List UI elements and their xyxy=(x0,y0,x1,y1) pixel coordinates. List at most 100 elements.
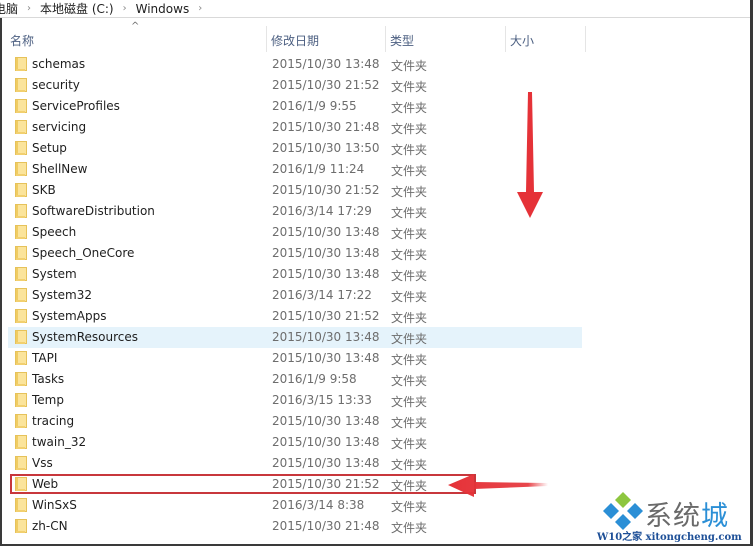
column-header-size[interactable]: 大小 xyxy=(506,26,584,54)
folder-icon xyxy=(15,372,27,386)
file-modified-date: 2015/10/30 13:48 xyxy=(272,414,380,428)
file-modified-date: 2016/1/9 9:58 xyxy=(272,372,357,386)
file-row[interactable]: System32 2016/3/14 17:22 文件夹 xyxy=(0,285,750,306)
watermark-logo: 系统城 W10之家 xitongcheng.com xyxy=(597,490,752,544)
file-type: 文件夹 xyxy=(391,143,428,157)
file-modified-date: 2015/10/30 21:48 xyxy=(272,120,380,134)
file-modified-date: 2016/1/9 11:24 xyxy=(272,162,365,176)
file-type: 文件夹 xyxy=(391,311,428,325)
column-header-size-label: 大小 xyxy=(510,33,535,48)
file-type: 文件夹 xyxy=(391,374,428,388)
column-resize-handle[interactable] xyxy=(585,26,586,52)
file-name: Speech xyxy=(32,225,77,239)
file-modified-date: 2015/10/30 13:48 xyxy=(272,246,380,260)
column-header-type-label: 类型 xyxy=(390,33,415,48)
folder-icon xyxy=(15,414,27,428)
folder-icon xyxy=(15,204,27,218)
file-row[interactable]: TAPI 2015/10/30 13:48 文件夹 xyxy=(0,348,750,369)
file-row[interactable]: SKB 2015/10/30 21:52 文件夹 xyxy=(0,180,750,201)
file-type: 文件夹 xyxy=(391,395,428,409)
file-row[interactable]: tracing 2015/10/30 13:48 文件夹 xyxy=(0,411,750,432)
folder-icon xyxy=(15,246,27,260)
file-type: 文件夹 xyxy=(391,521,428,535)
file-row[interactable]: Speech 2015/10/30 13:48 文件夹 xyxy=(0,222,750,243)
file-row[interactable]: Temp 2016/3/15 13:33 文件夹 xyxy=(0,390,750,411)
column-header-type[interactable]: 类型 xyxy=(386,26,504,54)
annotation-highlight-box xyxy=(10,474,476,494)
file-row[interactable]: twain_32 2015/10/30 13:48 文件夹 xyxy=(0,432,750,453)
file-name: SystemResources xyxy=(32,330,139,344)
file-row[interactable]: Speech_OneCore 2015/10/30 13:48 文件夹 xyxy=(0,243,750,264)
file-row[interactable]: System 2015/10/30 13:48 文件夹 xyxy=(0,264,750,285)
breadcrumb-chevron-icon[interactable]: › xyxy=(123,3,127,14)
column-header-modified[interactable]: 修改日期 xyxy=(267,26,384,54)
file-name: ShellNew xyxy=(32,162,88,176)
file-row[interactable]: servicing 2015/10/30 21:48 文件夹 xyxy=(0,117,750,138)
folder-icon xyxy=(15,78,27,92)
file-row[interactable]: SoftwareDistribution 2016/3/14 17:29 文件夹 xyxy=(0,201,750,222)
folder-icon xyxy=(15,393,27,407)
watermark-diamond-icon xyxy=(603,492,643,530)
file-type: 文件夹 xyxy=(391,59,428,73)
file-row[interactable]: SystemResources 2015/10/30 13:48 文件夹 xyxy=(0,327,750,348)
file-name: System xyxy=(32,267,77,281)
file-modified-date: 2015/10/30 13:48 xyxy=(272,57,380,71)
file-row[interactable]: schemas 2015/10/30 13:48 文件夹 xyxy=(0,54,750,75)
breadcrumb-chevron-icon[interactable]: › xyxy=(27,3,31,14)
file-row[interactable]: ShellNew 2016/1/9 11:24 文件夹 xyxy=(0,159,750,180)
file-modified-date: 2015/10/30 13:48 xyxy=(272,435,380,449)
folder-icon xyxy=(15,519,27,533)
breadcrumb-item-drive-c[interactable]: 本地磁盘 (C:) xyxy=(40,0,114,17)
file-modified-date: 2015/10/30 21:52 xyxy=(272,309,380,323)
file-type: 文件夹 xyxy=(391,290,428,304)
file-name: Temp xyxy=(32,393,64,407)
file-name: TAPI xyxy=(32,351,58,365)
file-name: schemas xyxy=(32,57,86,71)
file-modified-date: 2016/3/14 17:29 xyxy=(272,204,372,218)
folder-icon xyxy=(15,267,27,281)
folder-icon xyxy=(15,351,27,365)
file-name: Setup xyxy=(32,141,67,155)
file-name: servicing xyxy=(32,120,87,134)
folder-icon xyxy=(15,99,27,113)
column-header-row: ^ 名称 修改日期 类型 大小 xyxy=(0,18,750,54)
column-header-name[interactable]: 名称 xyxy=(6,26,264,54)
file-row[interactable]: Setup 2015/10/30 13:50 文件夹 xyxy=(0,138,750,159)
file-modified-date: 2016/1/9 9:55 xyxy=(272,99,357,113)
breadcrumb-item-windows[interactable]: Windows xyxy=(136,2,190,16)
file-type: 文件夹 xyxy=(391,332,428,346)
file-modified-date: 2015/10/30 13:48 xyxy=(272,267,380,281)
file-type: 文件夹 xyxy=(391,227,428,241)
breadcrumb-chevron-icon[interactable]: › xyxy=(198,3,202,14)
folder-icon xyxy=(15,120,27,134)
file-name: Tasks xyxy=(32,372,65,386)
file-name: WinSxS xyxy=(32,498,77,512)
file-modified-date: 2015/10/30 13:48 xyxy=(272,456,380,470)
file-name: ServiceProfiles xyxy=(32,99,120,113)
file-row[interactable]: SystemApps 2015/10/30 21:52 文件夹 xyxy=(0,306,750,327)
file-modified-date: 2015/10/30 21:52 xyxy=(272,183,380,197)
file-modified-date: 2015/10/30 21:48 xyxy=(272,519,380,533)
file-modified-date: 2016/3/14 17:22 xyxy=(272,288,372,302)
file-row[interactable]: ServiceProfiles 2016/1/9 9:55 文件夹 xyxy=(0,96,750,117)
column-header-modified-label: 修改日期 xyxy=(271,33,320,48)
file-type: 文件夹 xyxy=(391,122,428,136)
file-name: security xyxy=(32,78,80,92)
column-header-name-label: 名称 xyxy=(10,33,35,48)
breadcrumb-item-pc[interactable]: 电脑 xyxy=(0,0,18,17)
file-modified-date: 2016/3/15 13:33 xyxy=(272,393,372,407)
file-name: tracing xyxy=(32,414,75,428)
breadcrumb: 电脑 › 本地磁盘 (C:) › Windows › xyxy=(0,0,750,18)
file-name: Speech_OneCore xyxy=(32,246,135,260)
file-type: 文件夹 xyxy=(391,437,428,451)
folder-icon xyxy=(15,288,27,302)
file-type: 文件夹 xyxy=(391,164,428,178)
file-row[interactable]: security 2015/10/30 21:52 文件夹 xyxy=(0,75,750,96)
file-name: SoftwareDistribution xyxy=(32,204,155,218)
file-type: 文件夹 xyxy=(391,206,428,220)
folder-icon xyxy=(15,162,27,176)
file-row[interactable]: Tasks 2016/1/9 9:58 文件夹 xyxy=(0,369,750,390)
folder-icon xyxy=(15,456,27,470)
folder-icon xyxy=(15,435,27,449)
file-row[interactable]: Vss 2015/10/30 13:48 文件夹 xyxy=(0,453,750,474)
